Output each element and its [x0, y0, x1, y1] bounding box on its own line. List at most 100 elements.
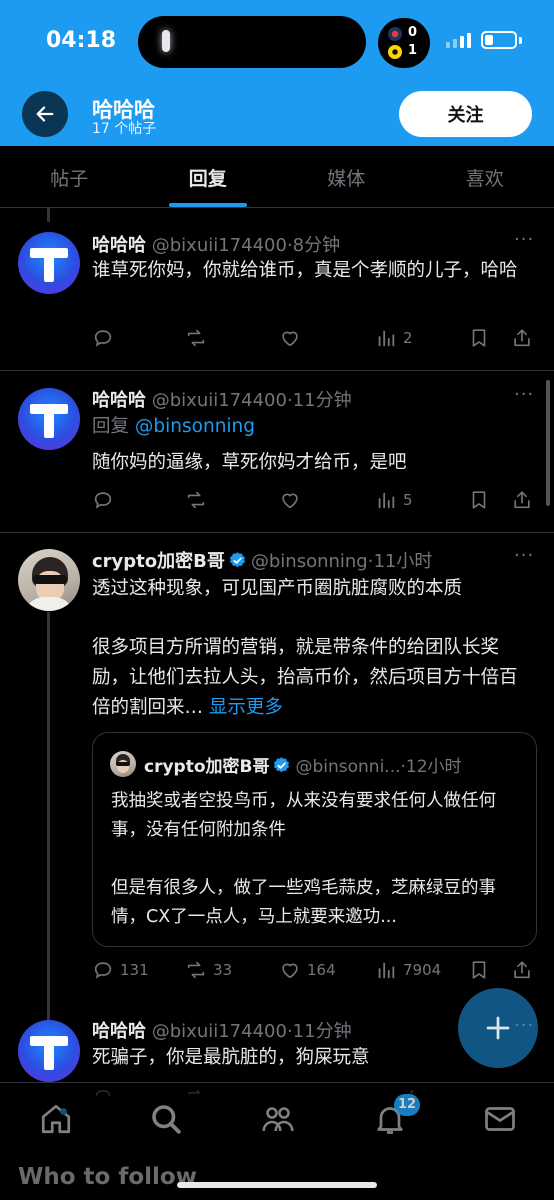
dynamic-island — [138, 16, 366, 68]
reply-post[interactable]: 哈哈哈 @bixuii174400·11分钟 ··· 回复 @binsonnin… — [0, 371, 554, 533]
like-button[interactable] — [279, 489, 301, 511]
repost-button[interactable] — [185, 489, 207, 511]
share-button[interactable] — [511, 489, 533, 511]
tab-label: 媒体 — [327, 168, 366, 190]
tab-indicator — [168, 203, 247, 207]
reply-prefix: 回复 — [92, 416, 130, 437]
bookmark-icon — [472, 329, 486, 347]
search-icon[interactable] — [148, 1101, 184, 1137]
profile-tabs: 帖子 回复 媒体 喜欢 — [0, 146, 554, 208]
views-button[interactable]: 5 — [375, 489, 413, 511]
like-button[interactable]: 164 — [279, 959, 336, 981]
views-count: 5 — [403, 491, 413, 509]
post-count: 17 个帖子 — [92, 121, 157, 137]
more-options-icon[interactable]: ··· — [514, 229, 534, 250]
back-button[interactable] — [22, 91, 68, 137]
reply-button[interactable] — [92, 327, 114, 349]
author-name[interactable]: crypto加密B哥 — [92, 551, 225, 572]
tab-media[interactable]: 媒体 — [277, 146, 416, 207]
avatar[interactable] — [18, 232, 80, 294]
share-icon — [514, 491, 530, 509]
repost-icon — [187, 329, 205, 347]
author-handle[interactable]: @bixuii174400 — [152, 1021, 287, 1042]
mail-icon[interactable] — [482, 1101, 518, 1137]
show-more-link[interactable]: 显示更多 — [209, 697, 283, 718]
tab-replies[interactable]: 回复 — [139, 146, 278, 207]
plus-icon — [486, 1016, 510, 1040]
bookmark-icon — [472, 961, 486, 979]
bookmark-button[interactable] — [468, 959, 490, 981]
status-time: 04:18 — [46, 28, 117, 53]
post-text: 谁草死你妈，你就给谁币，真是个孝顺的儿子，哈哈 — [92, 260, 518, 281]
reply-context: 回复 @binsonning — [92, 412, 532, 442]
home-icon[interactable] — [38, 1101, 74, 1137]
post-actions: 2 — [92, 327, 542, 353]
more-options-icon[interactable]: ··· — [514, 384, 534, 405]
verified-badge-icon — [229, 552, 245, 568]
communities-icon[interactable] — [260, 1101, 296, 1137]
bookmark-button[interactable] — [468, 327, 490, 349]
bar-chart-icon — [378, 492, 395, 509]
profile-header: 04:18 0 1 哈哈哈 17 个帖子 关注 — [0, 0, 554, 146]
comment-icon — [95, 1089, 111, 1097]
avatar[interactable] — [18, 388, 80, 450]
battery-icon — [481, 31, 517, 49]
post-meta: 哈哈哈 @bixuii174400·11分钟 — [92, 386, 352, 412]
author-name[interactable]: 哈哈哈 — [92, 1021, 146, 1042]
author-handle[interactable]: @binsonning — [251, 551, 368, 572]
repost-button[interactable]: 33 — [185, 959, 232, 981]
repost-button[interactable] — [185, 327, 207, 349]
repost-count: 33 — [213, 961, 233, 979]
avatar[interactable] — [18, 549, 80, 611]
bookmark-button[interactable] — [468, 489, 490, 511]
views-count: 2 — [403, 329, 413, 347]
views-button[interactable]: 7904 — [375, 959, 441, 981]
avatar[interactable] — [18, 1020, 80, 1082]
reply-button[interactable] — [92, 489, 114, 511]
author-name[interactable]: 哈哈哈 — [92, 390, 146, 411]
like-button[interactable] — [279, 327, 301, 349]
signal-icon — [446, 32, 472, 48]
more-options-icon[interactable]: ··· — [514, 545, 534, 566]
home-indicator[interactable] — [177, 1182, 377, 1188]
views-button[interactable]: 2 — [375, 327, 413, 349]
post-text: 随你妈的逼缘，草死你妈才给币，是吧 — [92, 452, 407, 473]
post-time: ·8分钟 — [286, 235, 341, 256]
views-count: 7904 — [403, 961, 442, 979]
post-meta: 哈哈哈 @bixuii174400·8分钟 — [92, 231, 340, 257]
post-actions: 131 33 164 7904 — [92, 959, 542, 985]
quoted-post[interactable]: crypto加密B哥 @binsonni...·12小时 我抽奖或者空投鸟币，从来… — [92, 732, 537, 947]
reply-post[interactable]: 哈哈哈 @bixuii174400·8分钟 ··· 谁草死你妈，你就给谁币，真是… — [0, 209, 554, 371]
share-button[interactable] — [511, 959, 533, 981]
bookmark-icon — [472, 491, 486, 509]
score-away: 1 — [408, 43, 418, 58]
arrow-left-icon — [36, 106, 54, 122]
post-text: 透过这种现象，可见国产币圈肮脏腐败的本质 — [92, 578, 463, 599]
follow-button[interactable]: 关注 — [399, 91, 532, 137]
heart-icon — [282, 963, 298, 979]
bar-chart-icon — [378, 962, 395, 979]
reply-to-link[interactable]: @binsonning — [135, 416, 255, 437]
tab-posts[interactable]: 帖子 — [0, 146, 139, 207]
post-time: ·11分钟 — [286, 1021, 352, 1042]
heart-icon — [282, 331, 298, 347]
scrollbar[interactable] — [546, 380, 550, 506]
post-text-continued: 很多项目方所谓的营销，就是带条件的给团队长奖励，让他们去拉人头，抬高币价，然后项… — [92, 637, 518, 718]
post-time: ·11小时 — [367, 551, 433, 572]
share-button[interactable] — [511, 327, 533, 349]
comment-icon — [94, 330, 112, 347]
comment-icon — [94, 492, 112, 509]
live-score-activity[interactable]: 0 1 — [378, 18, 430, 68]
tab-label: 帖子 — [50, 168, 89, 190]
author-name: crypto加密B哥 — [144, 757, 270, 777]
repost-icon — [187, 961, 205, 979]
tab-likes[interactable]: 喜欢 — [416, 146, 554, 207]
author-handle[interactable]: @bixuii174400 — [152, 235, 287, 256]
reply-button[interactable]: 131 — [92, 959, 149, 981]
author-handle[interactable]: @bixuii174400 — [152, 390, 287, 411]
author-name[interactable]: 哈哈哈 — [92, 235, 146, 256]
who-to-follow-heading: Who to follow — [18, 1164, 197, 1190]
notification-badge: 12 — [394, 1094, 420, 1116]
post-text: 很多项目方所谓的营销，就是带条件的给团队长奖励，让他们去拉人头，抬高币价，然后项… — [92, 633, 532, 723]
compose-button[interactable] — [458, 988, 538, 1068]
